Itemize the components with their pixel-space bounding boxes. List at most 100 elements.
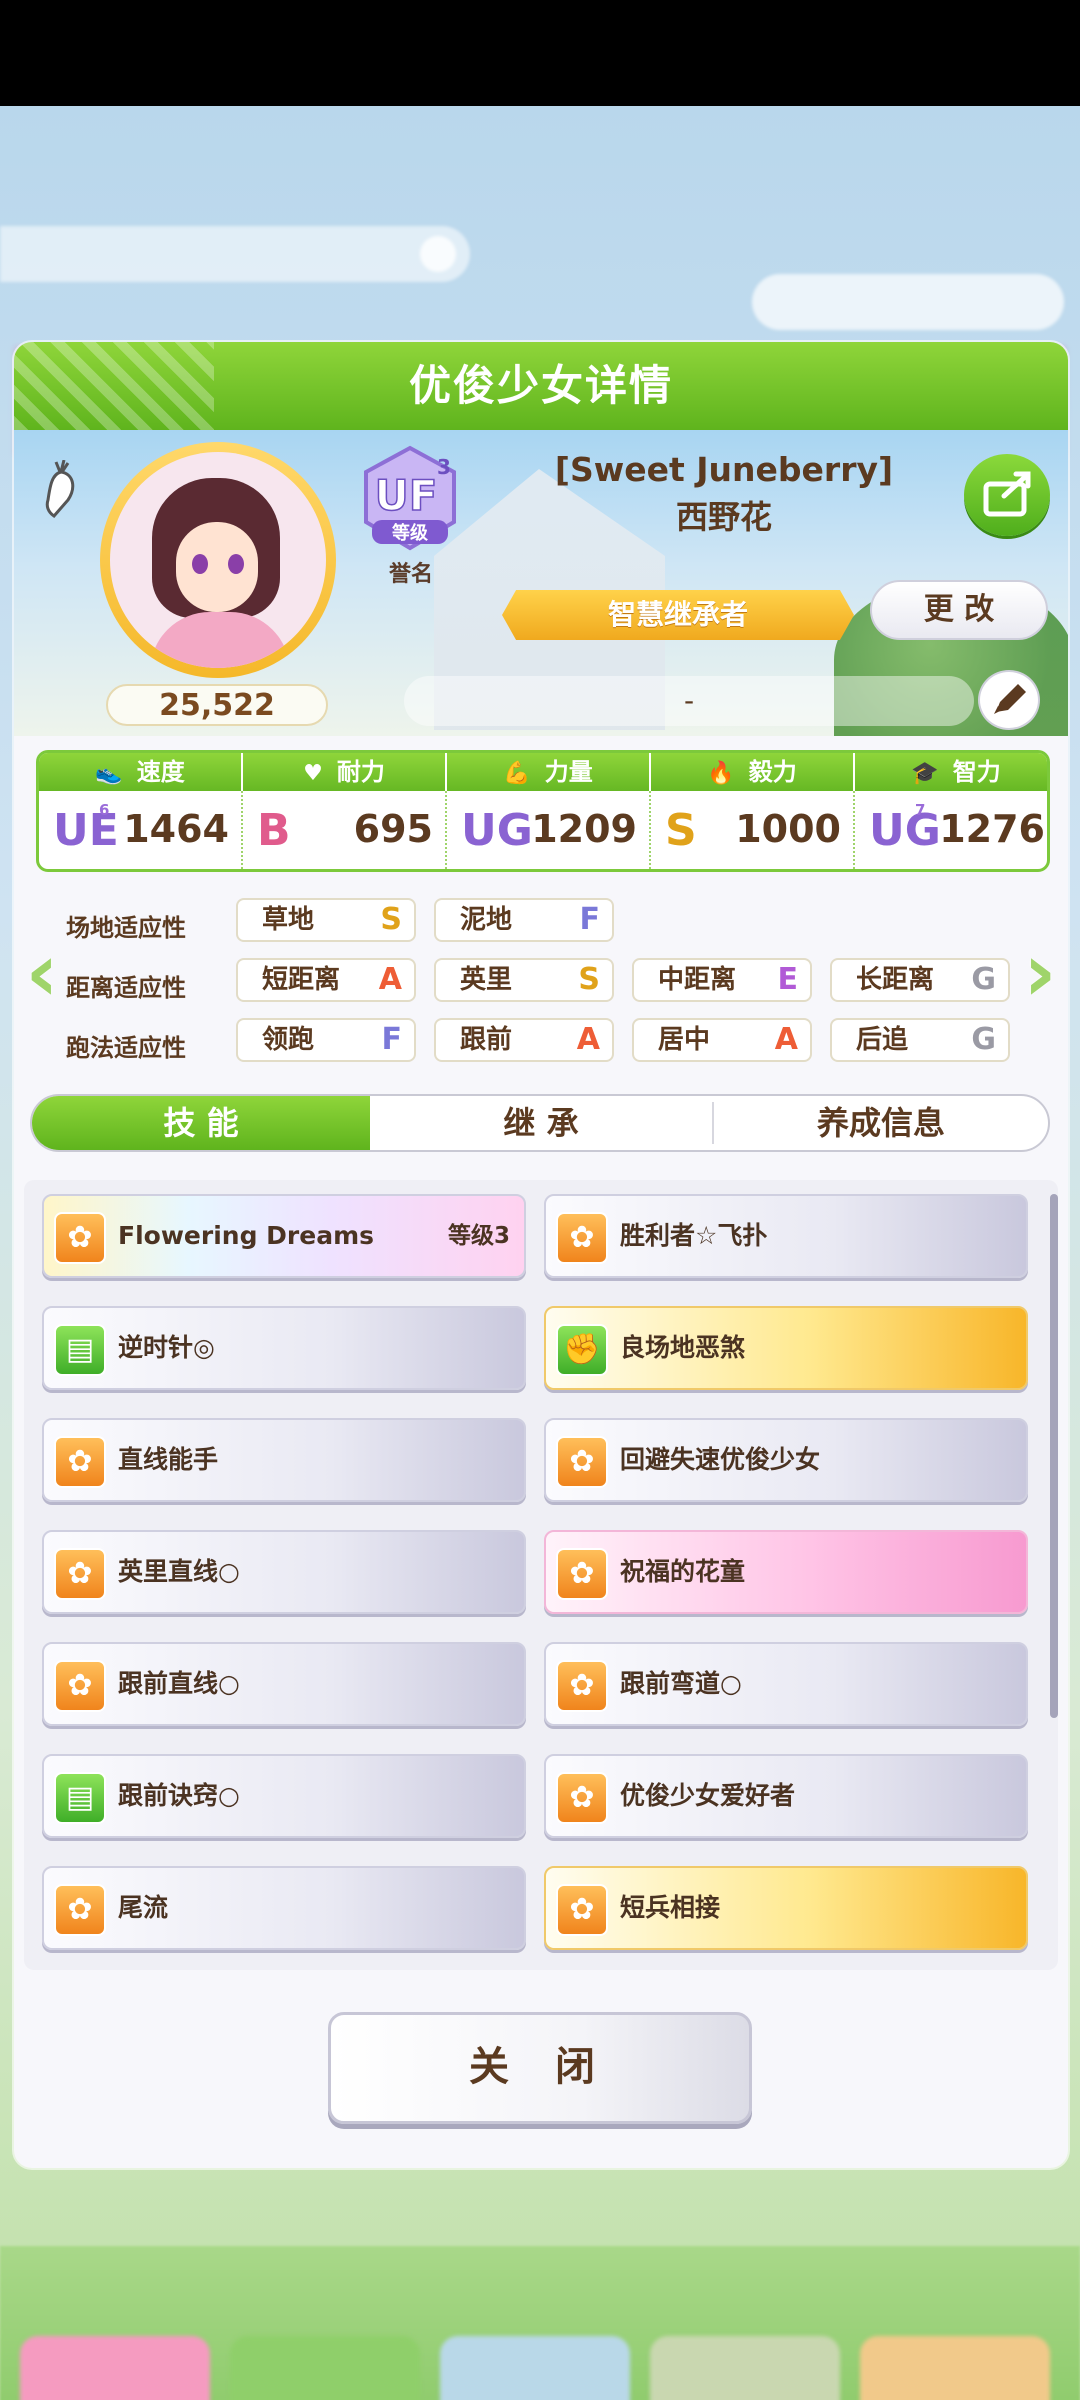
flame-icon: 🔥 — [707, 761, 735, 786]
stat-header: 👟 速度 — [39, 753, 241, 791]
aptitude-pace-chaser: 跟前 A — [434, 1018, 614, 1062]
skill-name: Flowering Dreams — [118, 1221, 375, 1250]
skill-item[interactable]: ✿ 跟前直线○ — [42, 1642, 526, 1726]
stat-stamina: ♥ 耐力 B 695 — [243, 753, 445, 869]
prev-arrow-icon[interactable]: ‹ — [14, 928, 70, 1018]
heart-icon: ♥ — [303, 761, 323, 786]
tab-inheritance[interactable]: 继 承 — [372, 1096, 710, 1150]
skill-item[interactable]: ✊ 良场地恶煞 — [544, 1306, 1028, 1390]
skill-item[interactable]: ✿ 跟前弯道○ — [544, 1642, 1028, 1726]
aptitude-name: 后追 — [856, 1025, 909, 1055]
skill-item[interactable]: ▤ 跟前诀窍○ — [42, 1754, 526, 1838]
tab-skills[interactable]: 技 能 — [32, 1096, 370, 1150]
skill-item[interactable]: ✿ 回避失速优俊少女 — [544, 1418, 1028, 1502]
skill-name: 逆时针◎ — [118, 1333, 215, 1362]
tab-training-info[interactable]: 养成信息 — [714, 1096, 1048, 1150]
aptitude-name: 草地 — [262, 905, 315, 935]
rank-grade: UF — [375, 471, 438, 520]
passive-skill-icon: ▤ — [54, 1324, 106, 1376]
speed-skill-icon: ✿ — [54, 1436, 106, 1488]
passive-skill-icon: ▤ — [54, 1772, 106, 1824]
aptitude-sprint: 短距离 A — [236, 958, 416, 1002]
aptitude-grade: A — [774, 1022, 798, 1057]
title-ribbon: 智慧继承者 — [502, 590, 854, 640]
skill-item[interactable]: ✿ 短兵相接 — [544, 1866, 1028, 1950]
share-button[interactable] — [964, 454, 1050, 536]
aptitude-name: 泥地 — [460, 905, 513, 935]
dialog-header: 优俊少女详情 — [14, 342, 1068, 430]
background-search-icon — [420, 236, 456, 272]
skill-item[interactable]: ✿ 尾流 — [42, 1866, 526, 1950]
aptitude-dirt: 泥地 F — [434, 898, 614, 942]
header-decoration — [14, 342, 214, 430]
portrait-eye — [228, 554, 244, 574]
aptitude-grade: F — [579, 902, 601, 937]
change-title-button[interactable]: 更 改 — [870, 580, 1048, 640]
background-search-bar — [0, 226, 470, 282]
skill-name: 优俊少女爱好者 — [620, 1781, 796, 1810]
speed-skill-icon: ✿ — [54, 1884, 106, 1936]
skill-name: 跟前诀窍○ — [118, 1781, 240, 1810]
edit-button[interactable] — [978, 670, 1040, 730]
aptitude-name: 跟前 — [460, 1025, 513, 1055]
stat-grade: UG — [461, 805, 533, 856]
aptitude-name: 居中 — [658, 1025, 711, 1055]
stat-power: 💪 力量 UG 1209 — [447, 753, 649, 869]
skill-name: 胜利者☆飞扑 — [620, 1221, 768, 1250]
share-icon — [983, 471, 1031, 517]
graduation-cap-icon: 🎓 — [911, 761, 939, 786]
aptitude-grade: F — [381, 1022, 403, 1057]
stat-value: 695 — [353, 807, 433, 851]
character-portrait-frame[interactable] — [100, 442, 336, 678]
close-button[interactable]: 关 闭 — [328, 2012, 752, 2124]
skill-item[interactable]: ✿ 胜利者☆飞扑 — [544, 1194, 1028, 1278]
skill-level: 等级3 — [447, 1223, 510, 1249]
speed-skill-icon: ✿ — [556, 1884, 608, 1936]
skills-list[interactable]: ✿ Flowering Dreams 等级3 ✿ 胜利者☆飞扑 ▤ 逆时针◎ ✊ 良场地恶… — [24, 1180, 1058, 1970]
skills-scrollbar[interactable] — [1050, 1194, 1058, 1718]
skill-item[interactable]: ▤ 逆时针◎ — [42, 1306, 526, 1390]
skill-item[interactable]: ✿ 直线能手 — [42, 1418, 526, 1502]
nickname-field: - — [404, 676, 974, 726]
aptitude-end-closer: 后追 G — [830, 1018, 1010, 1062]
speed-skill-icon: ✿ — [556, 1212, 608, 1264]
speed-skill-icon: ✿ — [556, 1772, 608, 1824]
stat-wisdom: 🎓 智力 UG 7 1276 — [855, 753, 1047, 869]
shoe-icon: 👟 — [95, 761, 123, 786]
background-nav-item — [440, 2336, 630, 2400]
rank-badge-icon: UF 3 等级 — [364, 445, 456, 551]
aptitude-grade: A — [378, 962, 402, 997]
aptitude-grade: S — [380, 902, 402, 937]
aptitude-long: 长距离 G — [830, 958, 1010, 1002]
stat-header: ♥ 耐力 — [243, 753, 445, 791]
stat-label: 力量 — [544, 758, 593, 786]
stat-value: 1000 — [735, 807, 841, 851]
skill-item[interactable]: ✿ Flowering Dreams 等级3 — [42, 1194, 526, 1278]
carrot-icon[interactable] — [38, 460, 84, 520]
stat-grade: UG — [869, 805, 941, 856]
stat-header: 🎓 智力 — [855, 753, 1047, 791]
character-name: 西野花 — [675, 498, 772, 536]
character-portrait — [110, 452, 326, 668]
background-nav-item — [230, 2336, 420, 2400]
stat-value: 1209 — [531, 807, 637, 851]
aptitude-late-surger: 居中 A — [632, 1018, 812, 1062]
background-nav-item — [20, 2336, 210, 2400]
stat-header: 🔥 毅力 — [651, 753, 853, 791]
skill-item[interactable]: ✿ 英里直线○ — [42, 1530, 526, 1614]
speed-skill-icon: ✿ — [54, 1212, 106, 1264]
speed-skill-icon: ✿ — [556, 1548, 608, 1600]
skill-item[interactable]: ✿ 优俊少女爱好者 — [544, 1754, 1028, 1838]
aptitude-grade: E — [777, 962, 799, 997]
next-arrow-icon[interactable]: › — [1012, 928, 1068, 1018]
background-nav-item — [860, 2336, 1050, 2400]
detail-tabs: 技 能 继 承 养成信息 — [30, 1094, 1050, 1152]
speed-skill-icon: ✿ — [556, 1436, 608, 1488]
rank-label: 誉名 — [388, 562, 433, 587]
power-skill-icon: ✊ — [556, 1324, 608, 1376]
background-button — [752, 274, 1064, 330]
aptitude-name: 短距离 — [262, 965, 341, 995]
speed-skill-icon: ✿ — [54, 1660, 106, 1712]
skill-item[interactable]: ✿ 祝福的花童 — [544, 1530, 1028, 1614]
speed-skill-icon: ✿ — [556, 1660, 608, 1712]
